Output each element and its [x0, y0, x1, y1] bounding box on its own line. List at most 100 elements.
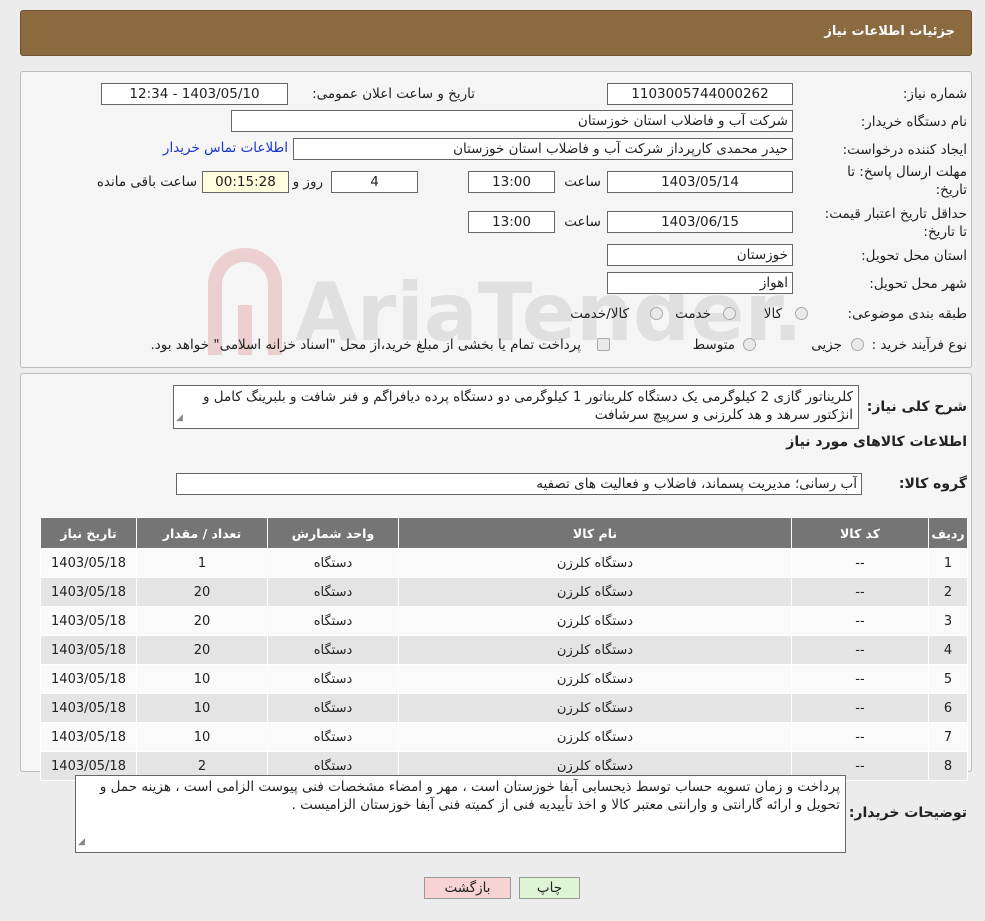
cell-row-number: 3 — [928, 606, 968, 636]
col-header-date: تاریخ نیاز — [40, 517, 137, 549]
validity-time-field[interactable]: 13:00 — [468, 211, 555, 233]
creator-label: ایجاد کننده درخواست: — [842, 142, 967, 158]
cell-item-name: دستگاه کلرزن — [398, 664, 792, 694]
col-header-code: کد کالا — [791, 517, 929, 549]
reply-date-field[interactable]: 1403/05/14 — [607, 171, 793, 193]
table-row: 2 -- دستگاه کلرزن دستگاه 20 1403/05/18 — [40, 577, 968, 607]
items-heading: اطلاعات کالاهای مورد نیاز — [786, 434, 967, 450]
table-row: 6 -- دستگاه کلرزن دستگاه 10 1403/05/18 — [40, 693, 968, 723]
reply-time-field[interactable]: 13:00 — [468, 171, 555, 193]
reply-deadline-label: مهلت ارسال پاسخ: تا تاریخ: — [847, 164, 967, 198]
cell-item-code: -- — [791, 548, 929, 578]
page-title: جزئیات اطلاعات نیاز — [824, 24, 955, 39]
cell-need-date: 1403/05/18 — [40, 693, 137, 723]
remaining-label: ساعت باقی مانده — [96, 174, 197, 190]
col-header-unit: واحد شمارش — [267, 517, 399, 549]
cell-unit: دستگاه — [267, 577, 399, 607]
cell-quantity: 10 — [136, 693, 268, 723]
goods-group-field[interactable]: آب رسانی؛ مدیریت پسماند، فاضلاب و فعالیت… — [176, 473, 862, 495]
city-label: شهر محل تحویل: — [869, 276, 967, 292]
buyer-org-field[interactable]: شرکت آب و فاضلاب استان خوزستان — [231, 110, 793, 132]
purchase-option-minor: جزیی — [811, 337, 842, 353]
remaining-time-field[interactable]: 00:15:28 — [202, 171, 289, 193]
cell-row-number: 2 — [928, 577, 968, 607]
cell-unit: دستگاه — [267, 635, 399, 665]
province-field[interactable]: خوزستان — [607, 244, 793, 266]
table-row: 7 -- دستگاه کلرزن دستگاه 10 1403/05/18 — [40, 722, 968, 752]
cell-quantity: 10 — [136, 664, 268, 694]
cell-unit: دستگاه — [267, 664, 399, 694]
creator-field[interactable]: حیدر محمدی کارپرداز شرکت آب و فاضلاب است… — [293, 138, 793, 160]
cell-item-code: -- — [791, 693, 929, 723]
purchase-radio-minor[interactable] — [851, 338, 864, 351]
cell-row-number: 8 — [928, 751, 968, 781]
category-option-goods: کالا — [763, 306, 782, 322]
table-row: 4 -- دستگاه کلرزن دستگاه 20 1403/05/18 — [40, 635, 968, 665]
validity-date-field[interactable]: 1403/06/15 — [607, 211, 793, 233]
category-radio-service[interactable] — [723, 307, 736, 320]
days-field[interactable]: 4 — [331, 171, 418, 193]
cell-item-code: -- — [791, 664, 929, 694]
cell-quantity: 20 — [136, 577, 268, 607]
resize-grip-icon[interactable]: ◢ — [78, 833, 85, 851]
announce-label: تاریخ و ساعت اعلان عمومی: — [312, 86, 475, 102]
validity-time-label: ساعت — [564, 214, 601, 230]
treasury-checkbox[interactable] — [597, 338, 610, 351]
cell-item-code: -- — [791, 606, 929, 636]
cell-need-date: 1403/05/18 — [40, 577, 137, 607]
cell-item-name: دستگاه کلرزن — [398, 693, 792, 723]
cell-unit: دستگاه — [267, 693, 399, 723]
cell-unit: دستگاه — [267, 722, 399, 752]
province-label: استان محل تحویل: — [861, 248, 967, 264]
col-header-name: نام کالا — [398, 517, 792, 549]
category-radio-goods[interactable] — [795, 307, 808, 320]
price-validity-label: حداقل تاریخ اعتبار قیمت: تا تاریخ: — [824, 206, 967, 240]
days-label: روز و — [292, 174, 323, 190]
purchase-type-label: نوع فرآیند خرید : — [871, 337, 967, 353]
announce-datetime-field[interactable]: 1403/05/10 - 12:34 — [101, 83, 288, 105]
buyer-org-label: نام دستگاه خریدار: — [860, 114, 967, 130]
col-header-row: ردیف — [928, 517, 968, 549]
items-table-header: ردیف کد کالا نام کالا واحد شمارش تعداد /… — [40, 517, 968, 549]
reply-time-label: ساعت — [564, 174, 601, 190]
cell-unit: دستگاه — [267, 606, 399, 636]
cell-quantity: 20 — [136, 635, 268, 665]
category-label: طبقه بندی موضوعی: — [847, 306, 967, 322]
cell-row-number: 1 — [928, 548, 968, 578]
cell-item-name: دستگاه کلرزن — [398, 606, 792, 636]
cell-quantity: 1 — [136, 548, 268, 578]
category-radio-goods-service[interactable] — [650, 307, 663, 320]
page-header: جزئیات اطلاعات نیاز — [20, 10, 972, 56]
purchase-radio-medium[interactable] — [743, 338, 756, 351]
cell-item-code: -- — [791, 635, 929, 665]
resize-grip-icon[interactable]: ◢ — [176, 409, 183, 427]
buyer-notes-textarea[interactable]: پرداخت و زمان تسویه حساب توسط ذیحسابی آب… — [75, 775, 846, 853]
summary-text: کلریناتور گازی 2 کیلوگرمی یک دستگاه کلری… — [202, 389, 853, 423]
need-number-field[interactable]: 1103005744000262 — [607, 83, 793, 105]
buyer-contact-link[interactable]: اطلاعات تماس خریدار — [163, 140, 288, 156]
back-button[interactable]: بازگشت — [424, 877, 511, 899]
cell-quantity: 20 — [136, 606, 268, 636]
cell-item-name: دستگاه کلرزن — [398, 635, 792, 665]
buyer-notes-label: توضیحات خریدار: — [848, 805, 967, 821]
print-button[interactable]: چاپ — [519, 877, 580, 899]
cell-need-date: 1403/05/18 — [40, 606, 137, 636]
cell-row-number: 5 — [928, 664, 968, 694]
cell-need-date: 1403/05/18 — [40, 664, 137, 694]
cell-unit: دستگاه — [267, 548, 399, 578]
purchase-note: پرداخت تمام یا بخشی از مبلغ خرید،از محل … — [150, 337, 581, 353]
goods-group-label: گروه کالا: — [898, 476, 967, 492]
cell-need-date: 1403/05/18 — [40, 548, 137, 578]
city-field[interactable]: اهواز — [607, 272, 793, 294]
col-header-qty: تعداد / مقدار — [136, 517, 268, 549]
summary-label: شرح کلی نیاز: — [866, 399, 967, 415]
cell-item-name: دستگاه کلرزن — [398, 722, 792, 752]
cell-row-number: 7 — [928, 722, 968, 752]
table-row: 5 -- دستگاه کلرزن دستگاه 10 1403/05/18 — [40, 664, 968, 694]
table-row: 3 -- دستگاه کلرزن دستگاه 20 1403/05/18 — [40, 606, 968, 636]
summary-textarea[interactable]: کلریناتور گازی 2 کیلوگرمی یک دستگاه کلری… — [173, 385, 859, 429]
category-option-service: خدمت — [675, 306, 711, 322]
cell-item-name: دستگاه کلرزن — [398, 577, 792, 607]
cell-item-code: -- — [791, 722, 929, 752]
cell-quantity: 10 — [136, 722, 268, 752]
